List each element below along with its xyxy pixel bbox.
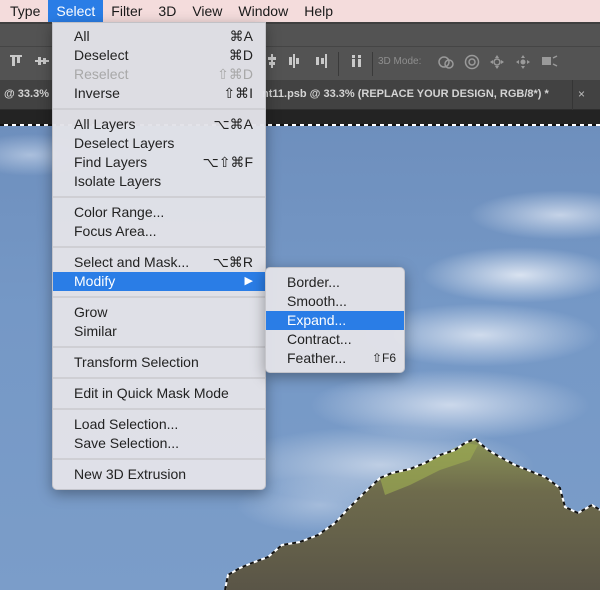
shortcut-label: ⌘A xyxy=(229,28,253,44)
menu-help[interactable]: Help xyxy=(296,0,341,22)
menu-item-transform-selection[interactable]: Transform Selection xyxy=(53,353,265,372)
submenu-item-contract[interactable]: Contract... xyxy=(266,330,404,349)
menu-separator xyxy=(53,246,265,248)
menu-separator xyxy=(53,296,265,298)
menu-type[interactable]: Type xyxy=(0,0,48,22)
menu-3d[interactable]: 3D xyxy=(150,0,184,22)
submenu-item-label: Expand... xyxy=(287,312,347,328)
menu-item-label: Reselect xyxy=(74,66,129,82)
mountain-shape xyxy=(225,439,600,590)
menu-item-label: Focus Area... xyxy=(74,223,157,239)
submenu-item-expand[interactable]: Expand... xyxy=(266,311,404,330)
menu-item-label: Find Layers xyxy=(74,154,148,170)
menu-separator xyxy=(53,346,265,348)
align-top-icon[interactable] xyxy=(8,54,24,72)
shortcut-label: ⌥⌘A xyxy=(213,116,253,132)
tab-divider xyxy=(572,80,573,110)
menu-item-label: Edit in Quick Mask Mode xyxy=(74,385,229,401)
close-tab-icon[interactable]: × xyxy=(578,87,585,101)
shortcut-label: ⇧⌘D xyxy=(217,66,253,82)
select-menu-dropdown: All ⌘A Deselect ⌘D Reselect ⇧⌘D Inverse ⇧⌘I All … xyxy=(52,22,266,490)
menu-separator xyxy=(53,377,265,379)
submenu-item-smooth[interactable]: Smooth... xyxy=(266,292,404,311)
submenu-item-label: Contract... xyxy=(287,331,352,347)
menu-item-label: Transform Selection xyxy=(74,354,199,370)
3d-mode-label: 3D Mode: xyxy=(378,56,422,67)
menu-item-label: Save Selection... xyxy=(74,435,180,451)
menu-item-label: Select and Mask... xyxy=(74,254,190,270)
menu-bar: Type Select Filter 3D View Window Help xyxy=(0,0,600,22)
menu-item-all[interactable]: All ⌘A xyxy=(53,27,265,46)
menu-filter[interactable]: Filter xyxy=(103,0,150,22)
toolbar-separator xyxy=(338,52,339,76)
align-vcenter-icon[interactable] xyxy=(34,54,50,72)
shortcut-label: ⇧F6 xyxy=(371,351,396,365)
menu-item-save-selection[interactable]: Save Selection... xyxy=(53,434,265,453)
menu-item-focus-area[interactable]: Focus Area... xyxy=(53,222,265,241)
menu-item-select-and-mask[interactable]: Select and Mask... ⌥⌘R xyxy=(53,253,265,272)
submenu-item-feather[interactable]: Feather... ⇧F6 xyxy=(266,349,404,368)
menu-item-all-layers[interactable]: All Layers ⌥⌘A xyxy=(53,115,265,134)
slide-3d-icon[interactable] xyxy=(514,54,532,72)
document-tab-inactive[interactable]: @ 33.3% xyxy=(4,88,49,100)
menu-item-label: New 3D Extrusion xyxy=(74,466,187,482)
menu-item-label: Grow xyxy=(74,304,108,320)
menu-select[interactable]: Select xyxy=(48,0,104,22)
menu-item-label: Color Range... xyxy=(74,204,165,220)
menu-item-label: Isolate Layers xyxy=(74,173,162,189)
menu-separator xyxy=(53,108,265,110)
shortcut-label: ⌘D xyxy=(228,47,253,63)
submenu-item-label: Smooth... xyxy=(287,293,347,309)
menu-item-load-selection[interactable]: Load Selection... xyxy=(53,415,265,434)
menu-item-label: Similar xyxy=(74,323,117,339)
align-right-icon[interactable] xyxy=(314,54,328,72)
menu-item-new-3d-extrusion[interactable]: New 3D Extrusion xyxy=(53,465,265,484)
menu-item-label: All xyxy=(74,28,90,44)
toolbar-separator xyxy=(372,52,373,76)
submenu-item-label: Feather... xyxy=(287,350,347,366)
menu-item-label: Load Selection... xyxy=(74,416,179,432)
menu-item-label: Inverse xyxy=(74,85,120,101)
menu-item-edit-in-quick-mask-mode[interactable]: Edit in Quick Mask Mode xyxy=(53,384,265,403)
modify-submenu: Border... Smooth... Expand... Contract... Fe… xyxy=(265,267,405,373)
menu-separator xyxy=(53,458,265,460)
document-tab-active[interactable]: nt11.psb @ 33.3% (REPLACE YOUR DESIGN, R… xyxy=(262,88,549,100)
menu-item-label: All Layers xyxy=(74,116,136,132)
submenu-item-label: Border... xyxy=(287,274,340,290)
menu-item-isolate-layers[interactable]: Isolate Layers xyxy=(53,172,265,191)
shortcut-label: ⌥⇧⌘F xyxy=(202,154,253,170)
orbit-3d-icon[interactable] xyxy=(436,54,456,72)
menu-item-deselect[interactable]: Deselect ⌘D xyxy=(53,46,265,65)
roll-3d-icon[interactable] xyxy=(463,54,481,72)
menu-item-deselect-layers[interactable]: Deselect Layers xyxy=(53,134,265,153)
menu-item-similar[interactable]: Similar xyxy=(53,322,265,341)
menu-window[interactable]: Window xyxy=(230,0,296,22)
submenu-item-border[interactable]: Border... xyxy=(266,273,404,292)
menu-item-label: Deselect xyxy=(74,47,129,63)
menu-separator xyxy=(53,408,265,410)
menu-item-reselect: Reselect ⇧⌘D xyxy=(53,65,265,84)
submenu-arrow-icon: ▶ xyxy=(244,275,253,287)
shortcut-label: ⌥⌘R xyxy=(212,254,253,270)
menu-item-label: Modify xyxy=(74,273,116,289)
menu-item-inverse[interactable]: Inverse ⇧⌘I xyxy=(53,84,265,103)
menu-item-color-range[interactable]: Color Range... xyxy=(53,203,265,222)
distribute-icon[interactable] xyxy=(350,54,364,72)
pan-3d-icon[interactable] xyxy=(488,54,506,72)
camera-3d-icon[interactable] xyxy=(540,54,560,72)
align-left-icon[interactable] xyxy=(287,54,301,72)
menu-view[interactable]: View xyxy=(184,0,230,22)
menu-item-modify[interactable]: Modify ▶ xyxy=(53,272,265,291)
menu-separator xyxy=(53,196,265,198)
align-hcenter-icon[interactable] xyxy=(266,54,278,72)
menu-item-label: Deselect Layers xyxy=(74,135,175,151)
menu-item-grow[interactable]: Grow xyxy=(53,303,265,322)
shortcut-label: ⇧⌘I xyxy=(223,85,253,101)
menu-item-find-layers[interactable]: Find Layers ⌥⇧⌘F xyxy=(53,153,265,172)
